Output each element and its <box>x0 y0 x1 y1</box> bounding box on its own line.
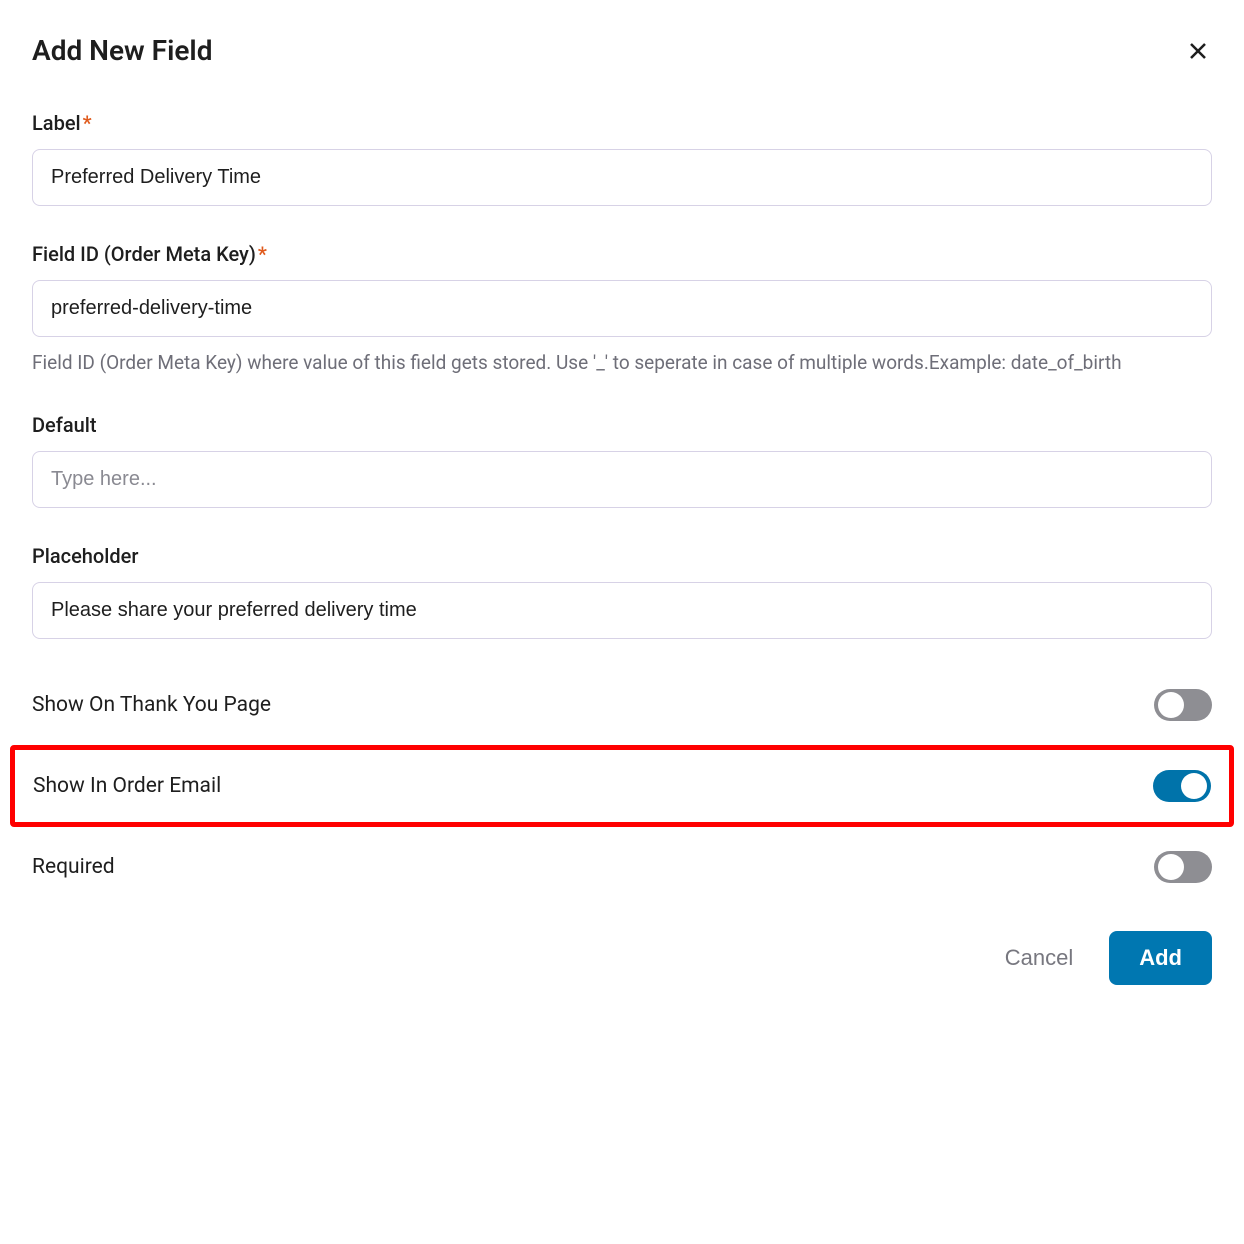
default-input[interactable] <box>32 451 1212 508</box>
toggle-knob <box>1158 692 1184 718</box>
field-id-input[interactable] <box>32 280 1212 337</box>
toggle-row-thank-you: Show On Thank You Page <box>32 669 1212 741</box>
label-text: Label <box>32 111 81 135</box>
toggle-label-required: Required <box>32 855 115 879</box>
toggle-thank-you[interactable] <box>1154 689 1212 721</box>
toggle-knob <box>1158 854 1184 880</box>
close-button[interactable] <box>1184 37 1212 65</box>
label-text: Field ID (Order Meta Key) <box>32 242 256 266</box>
default-field-label: Default <box>32 413 1212 437</box>
toggle-row-order-email: Show In Order Email <box>33 750 1211 822</box>
placeholder-input[interactable] <box>32 582 1212 639</box>
toggle-label-thank-you: Show On Thank You Page <box>32 693 271 717</box>
modal-title: Add New Field <box>32 34 212 67</box>
required-asterisk: * <box>258 242 267 266</box>
toggle-knob <box>1181 773 1207 799</box>
toggle-required[interactable] <box>1154 851 1212 883</box>
add-button[interactable]: Add <box>1109 931 1212 985</box>
required-asterisk: * <box>83 111 92 135</box>
cancel-button[interactable]: Cancel <box>997 935 1081 981</box>
highlight-box: Show In Order Email <box>10 745 1234 827</box>
toggle-label-order-email: Show In Order Email <box>33 774 221 798</box>
field-id-help: Field ID (Order Meta Key) where value of… <box>32 349 1212 377</box>
toggle-row-required: Required <box>32 831 1212 903</box>
close-icon <box>1186 39 1210 63</box>
toggle-order-email[interactable] <box>1153 770 1211 802</box>
label-field-label: Label* <box>32 111 1212 135</box>
field-id-label: Field ID (Order Meta Key)* <box>32 242 1212 266</box>
placeholder-field-label: Placeholder <box>32 544 1212 568</box>
label-input[interactable] <box>32 149 1212 206</box>
